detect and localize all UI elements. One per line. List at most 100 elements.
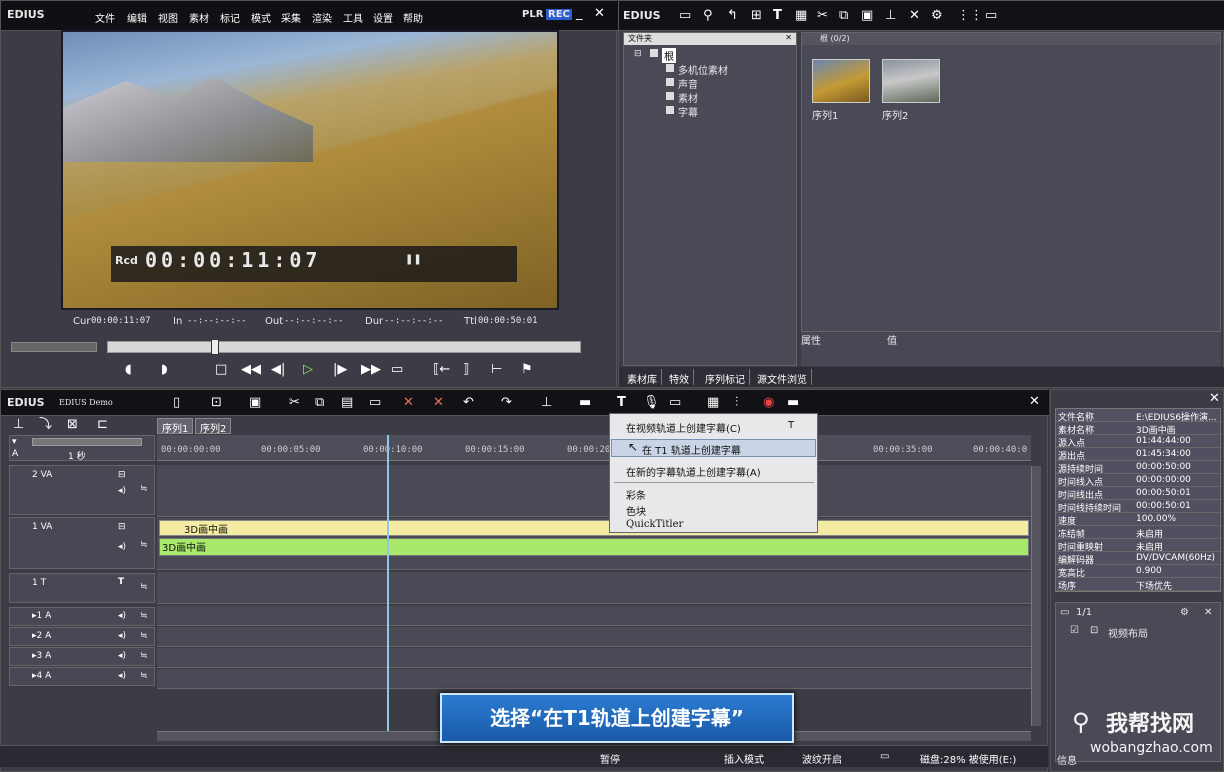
clip-thumbnail[interactable] — [812, 59, 870, 103]
tree-folder[interactable]: 素材 — [678, 90, 698, 105]
time-ruler[interactable]: 00:00:00:00 00:00:05:00 00:00:10:00 00:0… — [157, 435, 1031, 461]
tab-source-browser[interactable]: 源文件浏览 — [753, 369, 812, 386]
rewind-icon[interactable]: ◀◀ — [241, 363, 261, 377]
menu-help[interactable]: 帮助 — [403, 10, 423, 25]
track-lane-a3[interactable] — [157, 648, 1031, 668]
playhead[interactable] — [387, 435, 389, 733]
speaker-icon[interactable]: ◂) — [118, 542, 126, 552]
menu-edit[interactable]: 编辑 — [127, 10, 147, 25]
track-header-2va[interactable]: 2 VA ⊟ ◂) ≒ — [9, 465, 155, 515]
clip-name[interactable]: 序列2 — [882, 107, 908, 122]
position-bar[interactable] — [107, 341, 581, 353]
delete-icon[interactable]: ✕ — [909, 9, 920, 23]
speaker-icon[interactable]: ◂) — [118, 651, 126, 661]
video-clip[interactable]: 3D画中画 — [159, 520, 1029, 536]
title-icon[interactable]: T — [773, 9, 782, 23]
open-project-icon[interactable]: ⊡ — [211, 396, 222, 410]
multicam-icon[interactable]: ▦ — [707, 396, 719, 410]
export-icon[interactable]: ▭ — [669, 396, 681, 410]
vertical-scrollbar[interactable] — [1031, 466, 1041, 726]
tree-folder[interactable]: 多机位素材 — [678, 62, 728, 77]
tree-root[interactable]: 根 — [662, 48, 676, 63]
record-icon[interactable]: ◉ — [763, 396, 774, 410]
layout-icon[interactable]: ▬ — [787, 396, 799, 410]
render-icon[interactable]: ▬ — [579, 396, 591, 410]
menu-render[interactable]: 渲染 — [312, 10, 332, 25]
paste-icon[interactable]: ▤ — [341, 396, 353, 410]
ripple-delete-icon[interactable]: ✕ — [433, 396, 444, 410]
speaker-icon[interactable]: ◂) — [118, 671, 126, 681]
link-icon[interactable]: ⊏ — [97, 418, 108, 432]
view-mode-icon[interactable]: ⋮⋮ — [957, 9, 983, 23]
clip-thumbnail[interactable] — [882, 59, 940, 103]
replace-icon[interactable]: ▭ — [369, 396, 381, 410]
tab-sequence-2[interactable]: 序列2 — [195, 418, 232, 435]
redo-icon[interactable]: ↷ — [501, 396, 512, 410]
sync-icon[interactable]: ≒ — [140, 540, 148, 550]
voiceover-icon[interactable]: 🎙 — [643, 396, 660, 410]
save-icon[interactable]: ▣ — [249, 396, 261, 410]
color-bar-icon[interactable]: ▦ — [795, 9, 807, 23]
track-lane-1t[interactable] — [157, 572, 1031, 604]
paste-icon[interactable]: ▣ — [861, 9, 873, 23]
properties-icon[interactable]: ⚙ — [931, 9, 943, 23]
shuttle-slider[interactable] — [11, 342, 97, 352]
tab-bin[interactable]: 素材库 — [623, 369, 662, 386]
menu-marker[interactable]: 标记 — [220, 10, 240, 25]
tree-root-expander[interactable]: ⊟ — [634, 49, 642, 59]
sync-icon[interactable]: ⊠ — [67, 418, 78, 432]
track-header-a4[interactable]: ▸4 A ◂) ≒ — [9, 667, 155, 686]
set-in-icon[interactable]: ◖ — [125, 363, 132, 377]
loop-icon[interactable]: ▭ — [391, 363, 403, 377]
copy-icon[interactable]: ⧉ — [315, 396, 324, 410]
fast-forward-icon[interactable]: ▶▶ — [361, 363, 381, 377]
track-lane-a2[interactable] — [157, 627, 1031, 647]
undo-icon[interactable]: ↶ — [463, 396, 474, 410]
menu-clip[interactable]: 素材 — [189, 10, 209, 25]
lock-icon[interactable]: ⊟ — [118, 470, 126, 480]
scale-value[interactable]: 1 秒 — [68, 449, 86, 462]
tree-folder[interactable]: 声音 — [678, 76, 698, 91]
add-clip-icon[interactable]: ⊞ — [751, 9, 762, 23]
menu-capture[interactable]: 采集 — [281, 10, 301, 25]
minimize-icon[interactable]: _ — [576, 7, 583, 21]
visibility-icon[interactable]: ▾ — [12, 437, 17, 447]
cut-icon[interactable]: ✂ — [817, 9, 828, 23]
track-header-a1[interactable]: ▸1 A ◂) ≒ — [9, 607, 155, 626]
close-icon[interactable]: ✕ — [1209, 392, 1220, 406]
properties-icon[interactable]: ⚙ — [1180, 607, 1189, 618]
folder-close-icon[interactable]: ✕ — [785, 33, 792, 42]
insert-icon[interactable]: ⟦← — [433, 363, 450, 377]
zoom-slider[interactable] — [32, 438, 142, 446]
tab-sequence-markers[interactable]: 序列标记 — [701, 369, 750, 386]
layout-checkbox[interactable]: ☑ — [1070, 625, 1079, 636]
speaker-icon[interactable]: ◂) — [118, 486, 126, 496]
folder-icon[interactable]: ▭ — [679, 9, 691, 23]
new-sequence-icon[interactable]: ▯ — [173, 396, 180, 410]
menu-item-quicktitler[interactable]: QuickTitler — [626, 519, 683, 530]
speaker-icon[interactable]: ◂) — [118, 631, 126, 641]
position-handle[interactable] — [211, 339, 219, 355]
menu-mode[interactable]: 模式 — [251, 10, 271, 25]
sync-icon[interactable]: ≒ — [140, 484, 148, 494]
track-header-1va[interactable]: 1 VA ⊟ ◂) ≒ — [9, 517, 155, 569]
delete-icon[interactable]: ✕ — [1204, 607, 1212, 618]
stop-icon[interactable]: □ — [215, 363, 227, 377]
speaker-icon[interactable]: ◂) — [118, 611, 126, 621]
add-to-timeline-icon[interactable]: ⊥ — [885, 9, 896, 23]
split-icon[interactable]: ⊢ — [491, 363, 502, 377]
track-add-icon[interactable]: ⊥ — [13, 418, 24, 432]
step-forward-icon[interactable]: |▶ — [333, 363, 347, 377]
track-header-1t[interactable]: 1 T T ≒ — [9, 573, 155, 603]
track-ripple-icon[interactable]: ⤵ — [39, 418, 52, 432]
search-icon[interactable]: ⚲ — [703, 9, 713, 23]
sync-icon[interactable]: ≒ — [140, 631, 148, 641]
menu-tools[interactable]: 工具 — [343, 10, 363, 25]
track-header-a3[interactable]: ▸3 A ◂) ≒ — [9, 647, 155, 666]
up-icon[interactable]: ↰ — [727, 9, 738, 23]
set-out-icon[interactable]: ◗ — [161, 363, 168, 377]
delete-icon[interactable]: ✕ — [403, 396, 414, 410]
track-lane-1va[interactable]: 3D画中画 3D画中画 — [157, 518, 1031, 570]
close-icon[interactable]: ✕ — [594, 7, 605, 21]
add-marker-icon[interactable]: ⊥ — [541, 396, 552, 410]
